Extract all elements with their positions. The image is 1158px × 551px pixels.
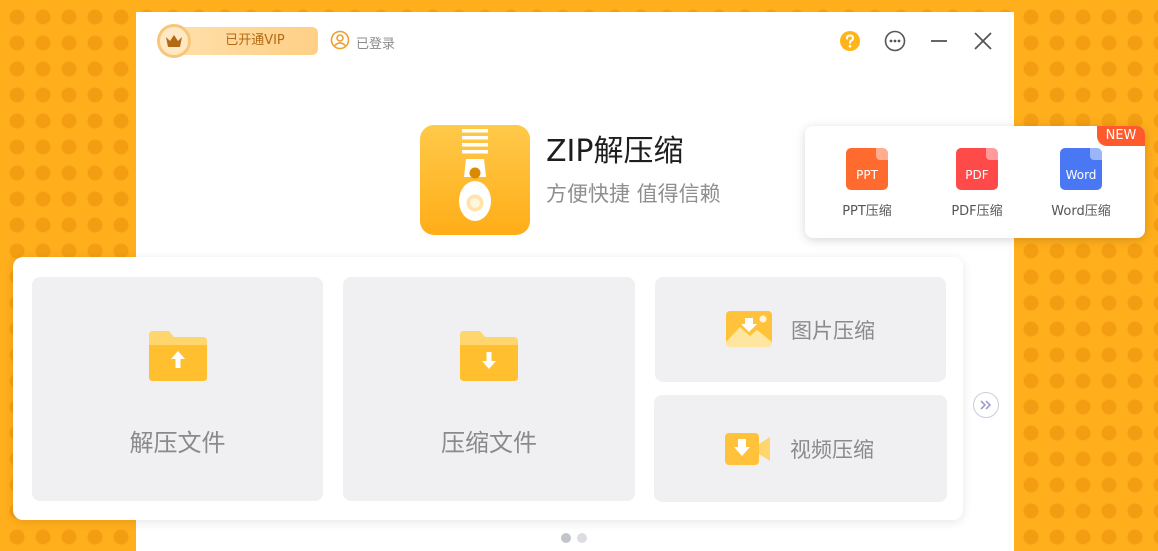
help-button[interactable] [838, 29, 862, 53]
page-dot-2[interactable] [577, 533, 587, 543]
document-compress-panel: NEW PPT PPT压缩 PDF PDF压缩 Word Word压缩 [805, 126, 1145, 238]
minimize-button[interactable] [927, 29, 951, 53]
pdf-compress-button[interactable]: PDF PDF压缩 [932, 148, 1022, 219]
login-status[interactable]: 已登录 [330, 30, 396, 54]
help-icon [840, 31, 860, 51]
ppt-compress-button[interactable]: PPT PPT压缩 [822, 148, 912, 219]
crown-icon [157, 24, 191, 58]
folder-download-icon [460, 331, 518, 381]
ppt-compress-label: PPT压缩 [842, 204, 892, 219]
vip-label: 已开通VIP [225, 33, 285, 48]
compress-files-tile[interactable]: 压缩文件 [343, 277, 635, 501]
double-chevron-right-icon [980, 400, 992, 410]
page-dot-1[interactable] [561, 533, 571, 543]
new-badge: NEW [1097, 126, 1145, 146]
app-subtitle: 方便快捷 值得信赖 [546, 182, 721, 206]
more-button[interactable] [883, 29, 907, 53]
tools-card: 解压文件 压缩文件 图片压缩 视频压缩 [13, 257, 963, 520]
minimize-icon [931, 40, 947, 42]
ppt-file-icon: PPT [846, 148, 888, 190]
image-download-icon [726, 311, 772, 347]
vip-badge[interactable]: 已开通VIP [157, 24, 318, 58]
extract-files-tile[interactable]: 解压文件 [32, 277, 323, 501]
login-label: 已登录 [356, 36, 396, 52]
pdf-file-icon: PDF [956, 148, 998, 190]
page-indicator [561, 533, 587, 543]
pdf-compress-label: PDF压缩 [951, 204, 1003, 219]
app-title: ZIP解压缩 [546, 134, 684, 169]
extract-files-label: 解压文件 [129, 429, 226, 457]
more-icon [884, 30, 906, 52]
close-button[interactable] [971, 29, 995, 53]
zip-logo [420, 125, 530, 235]
image-compress-tile[interactable]: 图片压缩 [655, 277, 946, 382]
video-compress-label: 视频压缩 [790, 437, 874, 462]
video-download-icon [725, 433, 770, 465]
compress-files-label: 压缩文件 [441, 429, 537, 457]
word-compress-label: Word压缩 [1051, 204, 1111, 219]
word-compress-button[interactable]: Word Word压缩 [1036, 148, 1126, 219]
folder-upload-icon [149, 331, 207, 381]
next-page-button[interactable] [973, 392, 999, 418]
video-compress-tile[interactable]: 视频压缩 [654, 395, 947, 502]
zip-icon [459, 129, 491, 221]
image-compress-label: 图片压缩 [791, 318, 875, 343]
user-icon [330, 30, 350, 54]
word-file-icon: Word [1060, 148, 1102, 190]
close-icon [974, 32, 992, 50]
